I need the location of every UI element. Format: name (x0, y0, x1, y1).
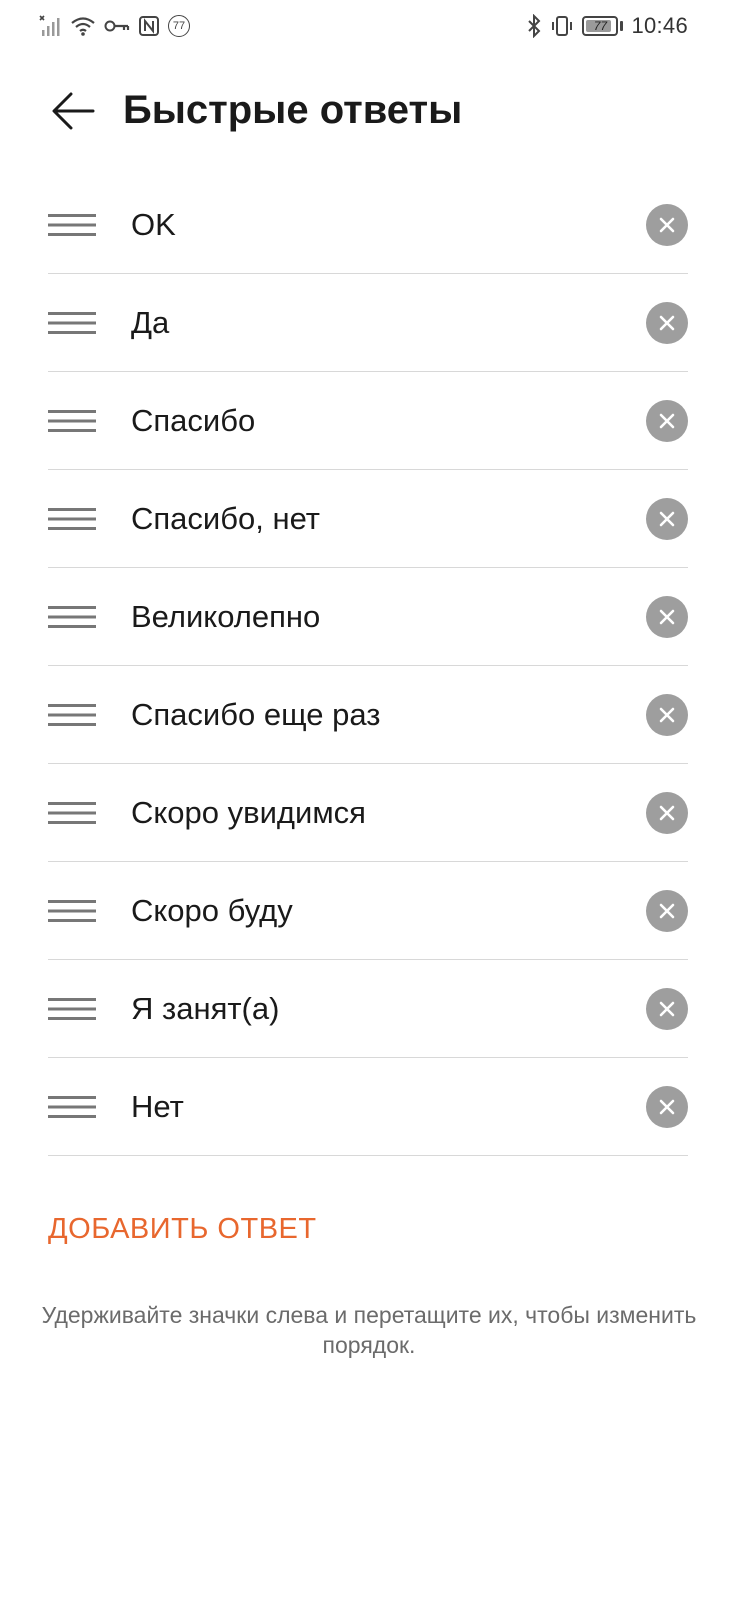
close-icon (659, 805, 675, 821)
status-bar-right: 77 10:46 (526, 12, 688, 40)
status-time: 10:46 (631, 13, 688, 38)
signal-icon (38, 14, 62, 38)
delete-reply-button[interactable] (646, 400, 688, 442)
drag-handle-icon[interactable] (48, 301, 98, 345)
back-button[interactable] (48, 86, 98, 136)
delete-reply-button[interactable] (646, 988, 688, 1030)
close-icon (659, 511, 675, 527)
drag-handle-icon[interactable] (48, 497, 98, 541)
reply-text[interactable]: Я занят(а) (131, 960, 279, 1058)
close-icon (659, 315, 675, 331)
reply-text[interactable]: Спасибо еще раз (131, 666, 380, 764)
reply-text[interactable]: Нет (131, 1058, 184, 1156)
list-item: Спасибо, нет (48, 470, 688, 568)
drag-handle-icon[interactable] (48, 1085, 98, 1129)
page-title: Быстрые ответы (123, 88, 463, 132)
close-icon (659, 1001, 675, 1017)
drag-handle-icon[interactable] (48, 203, 98, 247)
drag-handle-icon[interactable] (48, 399, 98, 443)
nfc-icon (138, 15, 160, 37)
close-icon (659, 609, 675, 625)
vibrate-icon (550, 14, 574, 38)
quick-replies-list: OK Да Спасибо Спасибо, нет Великолепно С… (48, 176, 688, 1156)
drag-handle-icon[interactable] (48, 595, 98, 639)
close-icon (659, 707, 675, 723)
list-item: Спасибо (48, 372, 688, 470)
delete-reply-button[interactable] (646, 1086, 688, 1128)
list-item: Спасибо еще раз (48, 666, 688, 764)
reply-text[interactable]: Да (131, 274, 169, 372)
delete-reply-button[interactable] (646, 204, 688, 246)
close-icon (659, 903, 675, 919)
close-icon (659, 1099, 675, 1115)
close-icon (659, 217, 675, 233)
drag-handle-icon[interactable] (48, 693, 98, 737)
list-item: Великолепно (48, 568, 688, 666)
list-item: Да (48, 274, 688, 372)
list-item: OK (48, 176, 688, 274)
reply-text[interactable]: OK (131, 176, 176, 274)
battery-level: 77 (593, 19, 608, 33)
reply-text[interactable]: Скоро увидимся (131, 764, 366, 862)
delete-reply-button[interactable] (646, 890, 688, 932)
wifi-icon (70, 14, 96, 38)
list-item: Скоро увидимся (48, 764, 688, 862)
notification-badge: 77 (168, 15, 190, 37)
delete-reply-button[interactable] (646, 596, 688, 638)
drag-handle-icon[interactable] (48, 889, 98, 933)
battery-tip (620, 21, 624, 31)
battery-icon: 77 (582, 16, 619, 36)
add-reply-button[interactable]: ДОБАВИТЬ ОТВЕТ (48, 1213, 317, 1246)
status-bar-left: 77 (38, 12, 190, 40)
delete-reply-button[interactable] (646, 694, 688, 736)
drag-handle-icon[interactable] (48, 791, 98, 835)
reply-text[interactable]: Спасибо, нет (131, 470, 320, 568)
drag-handle-icon[interactable] (48, 987, 98, 1031)
delete-reply-button[interactable] (646, 498, 688, 540)
list-item: Я занят(а) (48, 960, 688, 1058)
status-bar: 77 77 10:46 (0, 0, 738, 52)
header: Быстрые ответы (0, 72, 738, 148)
delete-reply-button[interactable] (646, 302, 688, 344)
reorder-hint: Удерживайте значки слева и перетащите их… (41, 1302, 697, 1358)
reply-text[interactable]: Спасибо (131, 372, 255, 470)
list-item: Скоро буду (48, 862, 688, 960)
vpn-key-icon (104, 15, 130, 37)
delete-reply-button[interactable] (646, 792, 688, 834)
reply-text[interactable]: Скоро буду (131, 862, 293, 960)
bluetooth-icon (526, 14, 542, 38)
arrow-left-icon (52, 92, 95, 130)
list-item: Нет (48, 1058, 688, 1156)
close-icon (659, 413, 675, 429)
reply-text[interactable]: Великолепно (131, 568, 320, 666)
